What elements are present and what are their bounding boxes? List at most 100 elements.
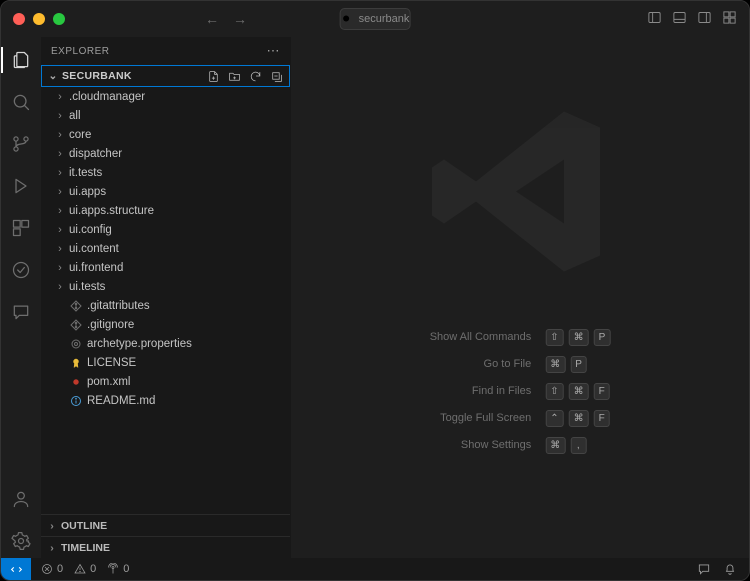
folder-label: .cloudmanager: [69, 91, 145, 103]
status-errors[interactable]: 0: [37, 563, 67, 575]
gear-icon: [11, 531, 31, 551]
keycap: F: [594, 383, 610, 400]
file-item[interactable]: archetype.properties: [45, 334, 290, 353]
folder-label: ui.config: [69, 224, 112, 236]
folder-item[interactable]: ›.cloudmanager: [45, 87, 290, 106]
file-item[interactable]: pom.xml: [45, 372, 290, 391]
explorer-actions: [207, 70, 283, 83]
folder-item[interactable]: ›it.tests: [45, 163, 290, 182]
status-ports[interactable]: 0: [103, 563, 133, 575]
titlebar: ← → securbank: [1, 1, 749, 37]
folder-item[interactable]: ›ui.apps: [45, 182, 290, 201]
file-label: .gitignore: [87, 319, 134, 331]
toggle-panel-button[interactable]: [672, 10, 687, 28]
project-name: SECURBANK: [62, 70, 132, 82]
ports-count: 0: [123, 563, 129, 575]
file-icon: [69, 299, 83, 313]
status-right: [697, 562, 749, 576]
folder-item[interactable]: ›ui.config: [45, 220, 290, 239]
file-label: archetype.properties: [87, 338, 192, 350]
activity-testing[interactable]: [1, 253, 41, 287]
explorer-header: EXPLORER ⋯: [41, 37, 290, 65]
toggle-secondary-sidebar-button[interactable]: [697, 10, 712, 28]
minimize-window-button[interactable]: [33, 13, 45, 25]
error-count: 0: [57, 563, 63, 575]
status-warnings[interactable]: 0: [70, 563, 100, 575]
folder-item[interactable]: ›dispatcher: [45, 144, 290, 163]
file-item[interactable]: .gitattributes: [45, 296, 290, 315]
keycap: ⇧: [545, 383, 563, 400]
customize-layout-button[interactable]: [722, 10, 737, 28]
activity-remote-explorer[interactable]: [1, 295, 41, 329]
explorer-more-button[interactable]: ⋯: [267, 43, 281, 59]
timeline-section[interactable]: › TIMELINE: [41, 536, 290, 558]
vscode-window: ← → securbank: [0, 0, 750, 581]
chevron-right-icon: ›: [47, 542, 57, 554]
window-controls: [13, 13, 65, 25]
folder-item[interactable]: ›ui.frontend: [45, 258, 290, 277]
keycap: ,: [570, 437, 586, 454]
keycap: ⌘: [569, 329, 589, 346]
file-item[interactable]: LICENSE: [45, 353, 290, 372]
file-icon: [69, 318, 83, 332]
activity-source-control[interactable]: [1, 127, 41, 161]
new-file-button[interactable]: [207, 70, 220, 83]
folder-item[interactable]: ›core: [45, 125, 290, 144]
file-item[interactable]: .gitignore: [45, 315, 290, 334]
folder-label: ui.content: [69, 243, 119, 255]
file-tree[interactable]: ›.cloudmanager›all›core›dispatcher›it.te…: [41, 87, 290, 514]
feedback-icon[interactable]: [697, 562, 711, 576]
chevron-right-icon: ›: [55, 129, 65, 141]
file-label: README.md: [87, 395, 155, 407]
shortcut-label: Show All Commands: [430, 331, 532, 343]
notifications-icon[interactable]: [723, 562, 737, 576]
chat-icon: [11, 302, 31, 322]
explorer-title: EXPLORER: [51, 46, 109, 57]
nav-forward-button[interactable]: →: [233, 11, 247, 27]
activity-settings[interactable]: [1, 524, 41, 558]
folder-item[interactable]: ›ui.tests: [45, 277, 290, 296]
folder-label: ui.tests: [69, 281, 105, 293]
warning-count: 0: [90, 563, 96, 575]
folder-item[interactable]: ›ui.content: [45, 239, 290, 258]
remote-indicator-button[interactable]: [1, 558, 31, 580]
activity-extensions[interactable]: [1, 211, 41, 245]
activity-accounts[interactable]: [1, 482, 41, 516]
folder-label: ui.frontend: [69, 262, 123, 274]
outline-label: OUTLINE: [61, 520, 107, 532]
activity-explorer[interactable]: [1, 43, 41, 77]
refresh-button[interactable]: [249, 70, 262, 83]
account-icon: [11, 489, 31, 509]
search-text: securbank: [359, 13, 410, 25]
command-center-search[interactable]: securbank: [340, 8, 411, 30]
chevron-right-icon: ›: [47, 520, 57, 532]
file-icon: [69, 356, 83, 370]
extensions-icon: [11, 218, 31, 238]
file-item[interactable]: README.md: [45, 391, 290, 410]
nav-back-button[interactable]: ←: [205, 11, 219, 27]
error-icon: [41, 563, 53, 575]
maximize-window-button[interactable]: [53, 13, 65, 25]
explorer-sidebar: EXPLORER ⋯ ⌄ SECURBANK ›.cloudmanager›al…: [41, 37, 291, 558]
folder-item[interactable]: ›all: [45, 106, 290, 125]
toggle-primary-sidebar-button[interactable]: [647, 10, 662, 28]
keycap: P: [594, 329, 611, 346]
folder-label: ui.apps: [69, 186, 106, 198]
activity-run-debug[interactable]: [1, 169, 41, 203]
activity-search[interactable]: [1, 85, 41, 119]
shortcut-label: Find in Files: [430, 385, 532, 397]
nav-arrows: ← →: [205, 11, 247, 27]
close-window-button[interactable]: [13, 13, 25, 25]
keycap: ⌘: [569, 410, 589, 427]
welcome-shortcuts: Show All Commands⇧⌘PGo to File⌘PFind in …: [430, 329, 611, 454]
vscode-logo-icon: [420, 92, 620, 292]
status-left: 0 0 0: [31, 563, 133, 575]
search-icon: [11, 92, 31, 112]
radio-tower-icon: [107, 563, 119, 575]
new-folder-button[interactable]: [228, 70, 241, 83]
collapse-all-button[interactable]: [270, 70, 283, 83]
folder-item[interactable]: ›ui.apps.structure: [45, 201, 290, 220]
outline-section[interactable]: › OUTLINE: [41, 514, 290, 536]
play-bug-icon: [11, 176, 31, 196]
project-section-header[interactable]: ⌄ SECURBANK: [41, 65, 290, 87]
